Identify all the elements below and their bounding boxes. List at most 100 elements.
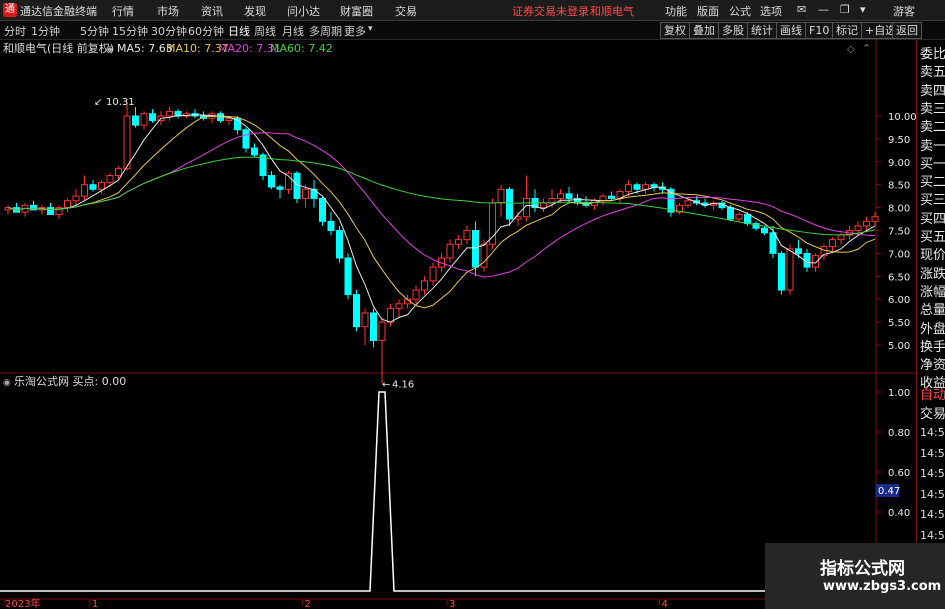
side-quote-item[interactable]: 换手 xyxy=(920,336,945,355)
side-quote-item[interactable]: 外盘 xyxy=(920,318,945,337)
candle-body xyxy=(684,200,692,206)
side-quote-item[interactable]: 涨幅 xyxy=(920,281,945,300)
candle-body xyxy=(642,184,649,190)
side-quote-item[interactable]: 买五 xyxy=(920,226,945,245)
candle xyxy=(421,276,428,295)
more-chevron-icon[interactable]: ▾ xyxy=(368,24,373,34)
buy-signal-line xyxy=(0,391,876,592)
candle xyxy=(455,235,462,249)
candle xyxy=(208,111,216,123)
candle-body xyxy=(463,230,471,241)
multi-stock-button[interactable]: 多股 xyxy=(718,22,748,39)
candle xyxy=(47,203,54,215)
auto-trade-button[interactable]: 自动 xyxy=(920,384,945,403)
candle xyxy=(735,212,743,222)
overlay-button[interactable]: 叠加 xyxy=(689,22,719,39)
side-quote-item[interactable]: 涨跌 xyxy=(920,263,945,282)
menu-item-ask[interactable]: 问小达 xyxy=(287,3,320,19)
high-price-label: 10.31 xyxy=(106,97,135,108)
period-more[interactable]: 更多 xyxy=(344,23,366,39)
stock-name: 和顺电气 xyxy=(590,5,634,18)
indicator-tick-label: 0.60 xyxy=(888,468,910,479)
candle-body xyxy=(166,110,173,117)
candle xyxy=(174,109,182,119)
back-button[interactable]: 返回 xyxy=(892,22,922,39)
period-30min[interactable]: 30分钟 xyxy=(151,23,187,39)
candle xyxy=(21,203,29,217)
candle-body xyxy=(778,252,785,291)
candle-body xyxy=(863,220,870,227)
period-monthly[interactable]: 月线 xyxy=(282,23,304,39)
menu-item-quotes[interactable]: 行情 xyxy=(112,3,134,19)
period-1min[interactable]: 1分钟 xyxy=(31,23,60,39)
tick-time: 14:56 xyxy=(920,426,945,439)
statistics-button[interactable]: 统计 xyxy=(747,22,777,39)
dropdown-icon[interactable]: ▾ xyxy=(860,3,866,16)
period-5min[interactable]: 5分钟 xyxy=(80,23,109,39)
menu-item-trade[interactable]: 交易 xyxy=(395,3,417,19)
side-quote-item[interactable]: 买三 xyxy=(920,189,945,208)
side-quote-item[interactable]: 卖五 xyxy=(920,61,945,80)
candle-body xyxy=(446,243,454,259)
date-tick-label: 2 xyxy=(305,599,311,609)
side-quote-item[interactable]: 卖三 xyxy=(920,98,945,117)
candle-body xyxy=(854,225,862,231)
candle-body xyxy=(829,239,836,248)
draw-line-button[interactable]: 画线 xyxy=(776,22,806,39)
menu-item-news[interactable]: 资讯 xyxy=(201,3,223,19)
diamond-icon[interactable]: ◇ xyxy=(847,44,855,55)
menu-item-formula[interactable]: 公式 xyxy=(729,3,751,19)
login-status[interactable]: 证券交易未登录 xyxy=(512,3,589,19)
menu-item-layout[interactable]: 版面 xyxy=(697,3,719,19)
candle-body xyxy=(387,307,394,323)
indicator-settings-icon[interactable]: ◉ xyxy=(3,378,11,388)
ma-settings-icon[interactable]: ◉ xyxy=(106,45,114,55)
menu-item-market[interactable]: 市场 xyxy=(157,3,179,19)
side-quote-item[interactable]: 卖一 xyxy=(920,135,945,154)
side-quote-item[interactable]: 委比 xyxy=(920,43,945,62)
candle-body xyxy=(302,188,309,199)
minimize-icon[interactable]: — xyxy=(818,3,829,16)
side-quote-item[interactable]: 买四 xyxy=(920,208,945,227)
period-weekly[interactable]: 周线 xyxy=(254,23,276,39)
period-multi[interactable]: 多周期 xyxy=(309,23,342,39)
candle xyxy=(149,109,156,123)
period-15min[interactable]: 15分钟 xyxy=(112,23,148,39)
candles-layer xyxy=(4,101,879,384)
side-quote-item[interactable]: 净资 xyxy=(920,354,945,373)
chart-area[interactable]: 10.00 9.50 9.00 8.50 8.00 7.50 7.00 6.50 6.00 5.5… xyxy=(0,40,916,609)
trade-button[interactable]: 交易 xyxy=(920,403,945,422)
date-tick-label: 2023年 xyxy=(5,597,40,609)
period-daily[interactable]: 日线 xyxy=(228,23,250,39)
candle xyxy=(429,262,437,286)
watermark: 指标公式网 www.zbgs3.com xyxy=(765,543,945,609)
collapse-icon[interactable]: ⌃ xyxy=(862,42,871,55)
adjust-button[interactable]: 复权 xyxy=(660,22,690,39)
side-quote-item[interactable]: 总量 xyxy=(920,299,945,318)
restore-icon[interactable]: ❐ xyxy=(840,3,850,16)
menu-item-wealth[interactable]: 财富圈 xyxy=(340,3,373,19)
side-quote-item[interactable]: 卖四 xyxy=(920,80,945,99)
mail-icon[interactable]: ✉ xyxy=(797,3,806,16)
user-label[interactable]: 游客 xyxy=(893,3,915,19)
side-quote-item[interactable]: 买一 xyxy=(920,153,945,172)
period-60min[interactable]: 60分钟 xyxy=(188,23,224,39)
f10-button[interactable]: F10 xyxy=(805,22,834,39)
candle-body xyxy=(837,234,845,241)
side-quote-item[interactable]: 买二 xyxy=(920,171,945,190)
candle xyxy=(132,106,139,128)
candle-body xyxy=(106,175,114,183)
candle xyxy=(4,205,12,215)
candle xyxy=(863,216,870,231)
menu-item-function[interactable]: 功能 xyxy=(665,3,687,19)
side-quote-item[interactable]: 现价 xyxy=(920,244,945,263)
price-tick-label: 5.00 xyxy=(888,341,910,352)
side-quote-item[interactable]: 卖二 xyxy=(920,116,945,135)
mark-button[interactable]: 标记 xyxy=(832,22,862,39)
menu-item-discover[interactable]: 发现 xyxy=(244,3,266,19)
candle-body xyxy=(47,207,54,215)
candle xyxy=(55,205,63,220)
menu-item-options[interactable]: 选项 xyxy=(760,3,782,19)
period-minute-time[interactable]: 分时 xyxy=(4,23,26,39)
candle xyxy=(276,184,284,199)
